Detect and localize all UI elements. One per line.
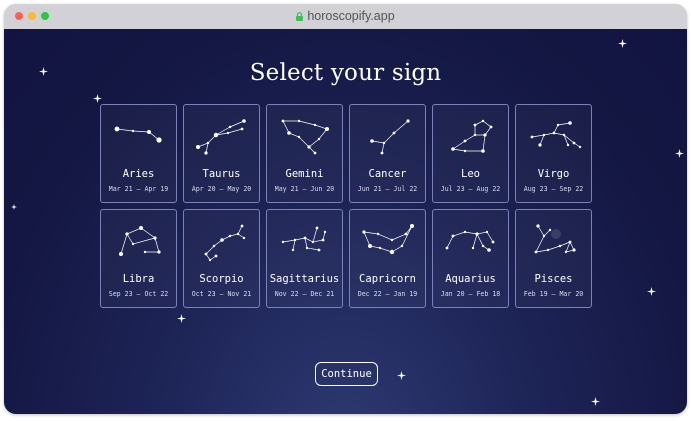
sign-dates: Apr 20 – May 20 — [191, 185, 252, 193]
sign-card-capricorn[interactable]: Capricorn Dec 22 – Jan 19 — [349, 209, 426, 308]
sign-name: Leo — [461, 168, 480, 180]
sign-dates: Nov 22 – Dec 21 — [274, 290, 335, 298]
sign-dates: Jul 23 – Aug 22 — [440, 185, 501, 193]
page-content: Select your sign Aries Mar 21 – Apr 19 T — [4, 29, 687, 414]
sign-card-leo[interactable]: Leo Jul 23 – Aug 22 — [432, 104, 509, 203]
zodiac-grid: Aries Mar 21 – Apr 19 Taurus Apr 20 – Ma… — [100, 104, 593, 309]
sparkle-icon — [647, 287, 656, 296]
aries-constellation-icon — [114, 126, 162, 143]
scorpio-constellation-icon — [204, 224, 246, 262]
sign-dates: Jun 21 – Jul 22 — [357, 185, 418, 193]
sign-card-taurus[interactable]: Taurus Apr 20 – May 20 — [183, 104, 260, 203]
sign-card-sagittarius[interactable]: Sagittarius Nov 22 – Dec 21 — [266, 209, 343, 308]
cancer-constellation-icon — [370, 119, 410, 155]
sign-name: Gemini — [285, 168, 324, 180]
sparkle-icon — [675, 149, 684, 158]
sign-name: Virgo — [537, 168, 570, 180]
aquarius-constellation-icon — [445, 230, 495, 252]
sparkle-icon — [618, 39, 627, 48]
sign-dates: Feb 19 – Mar 20 — [523, 290, 584, 298]
pisces-constellation-icon — [534, 224, 576, 254]
sagittarius-constellation-icon — [281, 226, 327, 252]
browser-window: horoscopify.app Select your sign Aries M… — [4, 4, 687, 414]
sign-name: Libra — [122, 273, 155, 285]
sign-name: Sagittarius — [269, 273, 340, 285]
sign-card-pisces[interactable]: Pisces Feb 19 – Mar 20 — [515, 209, 592, 308]
sign-card-cancer[interactable]: Cancer Jun 21 – Jul 22 — [349, 104, 426, 203]
sparkle-icon — [397, 371, 406, 380]
sign-dates: Jan 20 – Feb 18 — [440, 290, 501, 298]
leo-constellation-icon — [451, 119, 493, 153]
sparkle-icon — [39, 67, 48, 76]
capricorn-constellation-icon — [362, 224, 414, 255]
sign-card-gemini[interactable]: Gemini May 21 – Jun 20 — [266, 104, 343, 203]
sign-card-scorpio[interactable]: Scorpio Oct 23 – Nov 21 — [183, 209, 260, 308]
sign-card-libra[interactable]: Libra Sep 23 – Oct 22 — [100, 209, 177, 308]
sign-dates: Sep 23 – Oct 22 — [108, 290, 169, 298]
virgo-constellation-icon — [530, 121, 582, 149]
sparkle-icon — [591, 397, 600, 406]
page-title: Select your sign — [249, 60, 442, 86]
continue-button[interactable]: Continue — [315, 362, 378, 386]
sparkle-icon — [177, 314, 186, 323]
taurus-constellation-icon — [196, 119, 246, 155]
sign-card-virgo[interactable]: Virgo Aug 23 – Sep 22 — [515, 104, 592, 203]
sign-name: Scorpio — [199, 273, 244, 285]
sign-name: Cancer — [368, 168, 407, 180]
address-bar[interactable]: horoscopify.app — [4, 9, 687, 23]
gemini-constellation-icon — [281, 119, 329, 155]
sparkle-icon — [11, 204, 17, 210]
sparkle-icon — [93, 94, 102, 103]
sign-dates: Dec 22 – Jan 19 — [357, 290, 418, 298]
sign-name: Capricorn — [359, 273, 416, 285]
sign-card-aquarius[interactable]: Aquarius Jan 20 – Feb 18 — [432, 209, 509, 308]
browser-titlebar: horoscopify.app — [4, 4, 687, 29]
sign-name: Taurus — [202, 168, 241, 180]
lock-icon — [296, 12, 304, 21]
sign-dates: May 21 – Jun 20 — [274, 185, 335, 193]
sign-dates: Mar 21 – Apr 19 — [108, 185, 169, 193]
sign-dates: Aug 23 – Sep 22 — [523, 185, 584, 193]
sign-name: Aries — [122, 168, 155, 180]
sign-name: Aquarius — [445, 273, 496, 285]
sign-card-aries[interactable]: Aries Mar 21 – Apr 19 — [100, 104, 177, 203]
sign-name: Pisces — [534, 273, 573, 285]
libra-constellation-icon — [119, 226, 161, 256]
sign-dates: Oct 23 – Nov 21 — [191, 290, 252, 298]
address-bar-url: horoscopify.app — [307, 9, 395, 23]
